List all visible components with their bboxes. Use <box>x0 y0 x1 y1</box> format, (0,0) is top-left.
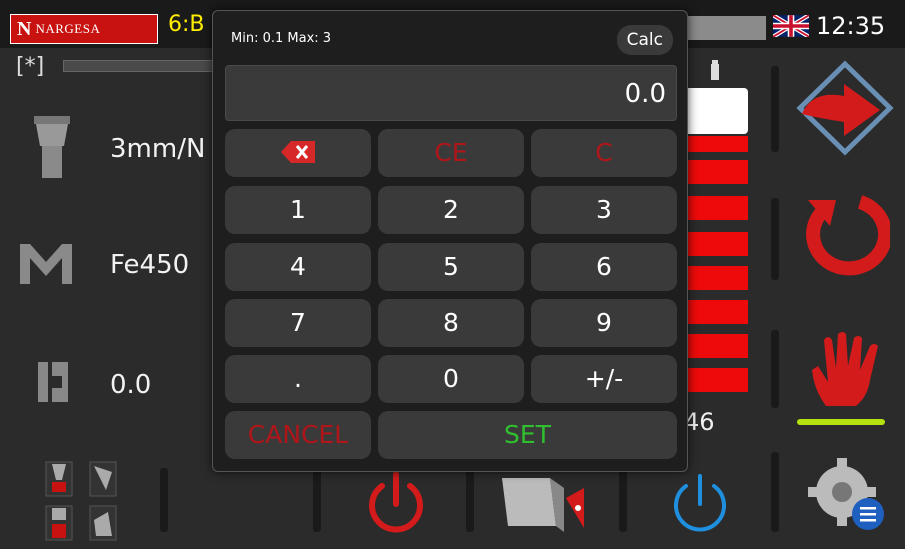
key-7[interactable]: 7 <box>225 299 371 347</box>
logo-letter: N <box>17 17 32 40</box>
bend-part-icon[interactable] <box>502 476 586 534</box>
uk-flag-icon[interactable] <box>773 15 809 37</box>
separator <box>160 468 168 532</box>
decimal-point-button[interactable]: . <box>225 355 371 403</box>
stop-hand-icon[interactable] <box>808 330 882 408</box>
key-2[interactable]: 2 <box>378 186 524 234</box>
active-indicator <box>797 419 885 425</box>
power-red-icon[interactable] <box>364 468 428 538</box>
calculator-dialog: Min: 0.1 Max: 3 Calc 0.0 CE C 1 2 3 4 5 … <box>212 10 688 472</box>
tag-track <box>63 60 213 72</box>
length-value[interactable]: 0.0 <box>110 370 151 400</box>
clear-button[interactable]: C <box>531 129 677 177</box>
program-tag: [*] <box>16 54 45 79</box>
clear-entry-button[interactable]: CE <box>378 129 524 177</box>
backspace-icon <box>281 141 315 163</box>
separator <box>619 468 627 532</box>
key-6[interactable]: 6 <box>531 243 677 291</box>
key-4[interactable]: 4 <box>225 243 371 291</box>
settings-gear-icon[interactable] <box>806 456 888 536</box>
material-icon[interactable] <box>20 244 72 284</box>
meter-segment <box>686 266 748 290</box>
sign-toggle-button[interactable]: +/- <box>531 355 677 403</box>
value-display[interactable]: 0.0 <box>225 65 677 121</box>
separator <box>771 66 779 152</box>
range-text: Min: 0.1 Max: 3 <box>231 31 332 46</box>
separator <box>771 330 779 408</box>
meter-segment <box>686 136 748 152</box>
power-blue-icon[interactable] <box>668 468 732 538</box>
cancel-button[interactable]: CANCEL <box>225 411 371 459</box>
key-9[interactable]: 9 <box>531 299 677 347</box>
key-5[interactable]: 5 <box>378 243 524 291</box>
meter-segment <box>686 300 748 324</box>
set-button[interactable]: SET <box>378 411 677 459</box>
clock: 12:35 <box>816 12 886 40</box>
meter-segment <box>686 196 748 220</box>
meter-segment <box>686 334 748 358</box>
punch-tool-icon[interactable] <box>32 116 72 180</box>
calc-mode-button[interactable]: Calc <box>616 25 673 55</box>
logo-text: NARGESA <box>35 21 101 37</box>
backspace-button[interactable] <box>225 129 371 177</box>
key-1[interactable]: 1 <box>225 186 371 234</box>
progress-track <box>686 16 766 40</box>
key-0[interactable]: 0 <box>378 355 524 403</box>
meter-segment <box>686 368 748 392</box>
separator <box>771 452 779 532</box>
tool-selection-icon[interactable] <box>44 460 122 542</box>
meter-value: 46 <box>684 408 715 436</box>
meter-head <box>686 88 748 134</box>
separator <box>466 468 474 532</box>
length-icon[interactable] <box>38 362 68 402</box>
meter-segment <box>686 232 748 256</box>
cylinder-icon <box>711 60 719 80</box>
separator <box>313 468 321 532</box>
program-label[interactable]: 6:B <box>168 12 205 37</box>
separator <box>771 198 779 280</box>
tool-value[interactable]: 3mm/N <box>110 134 205 164</box>
nargesa-logo: N NARGESA <box>10 14 158 44</box>
key-8[interactable]: 8 <box>378 299 524 347</box>
key-3[interactable]: 3 <box>531 186 677 234</box>
cycle-icon[interactable] <box>800 190 890 278</box>
meter-segment <box>686 160 748 184</box>
material-value[interactable]: Fe450 <box>110 250 189 280</box>
next-arrow-icon[interactable] <box>796 60 894 156</box>
